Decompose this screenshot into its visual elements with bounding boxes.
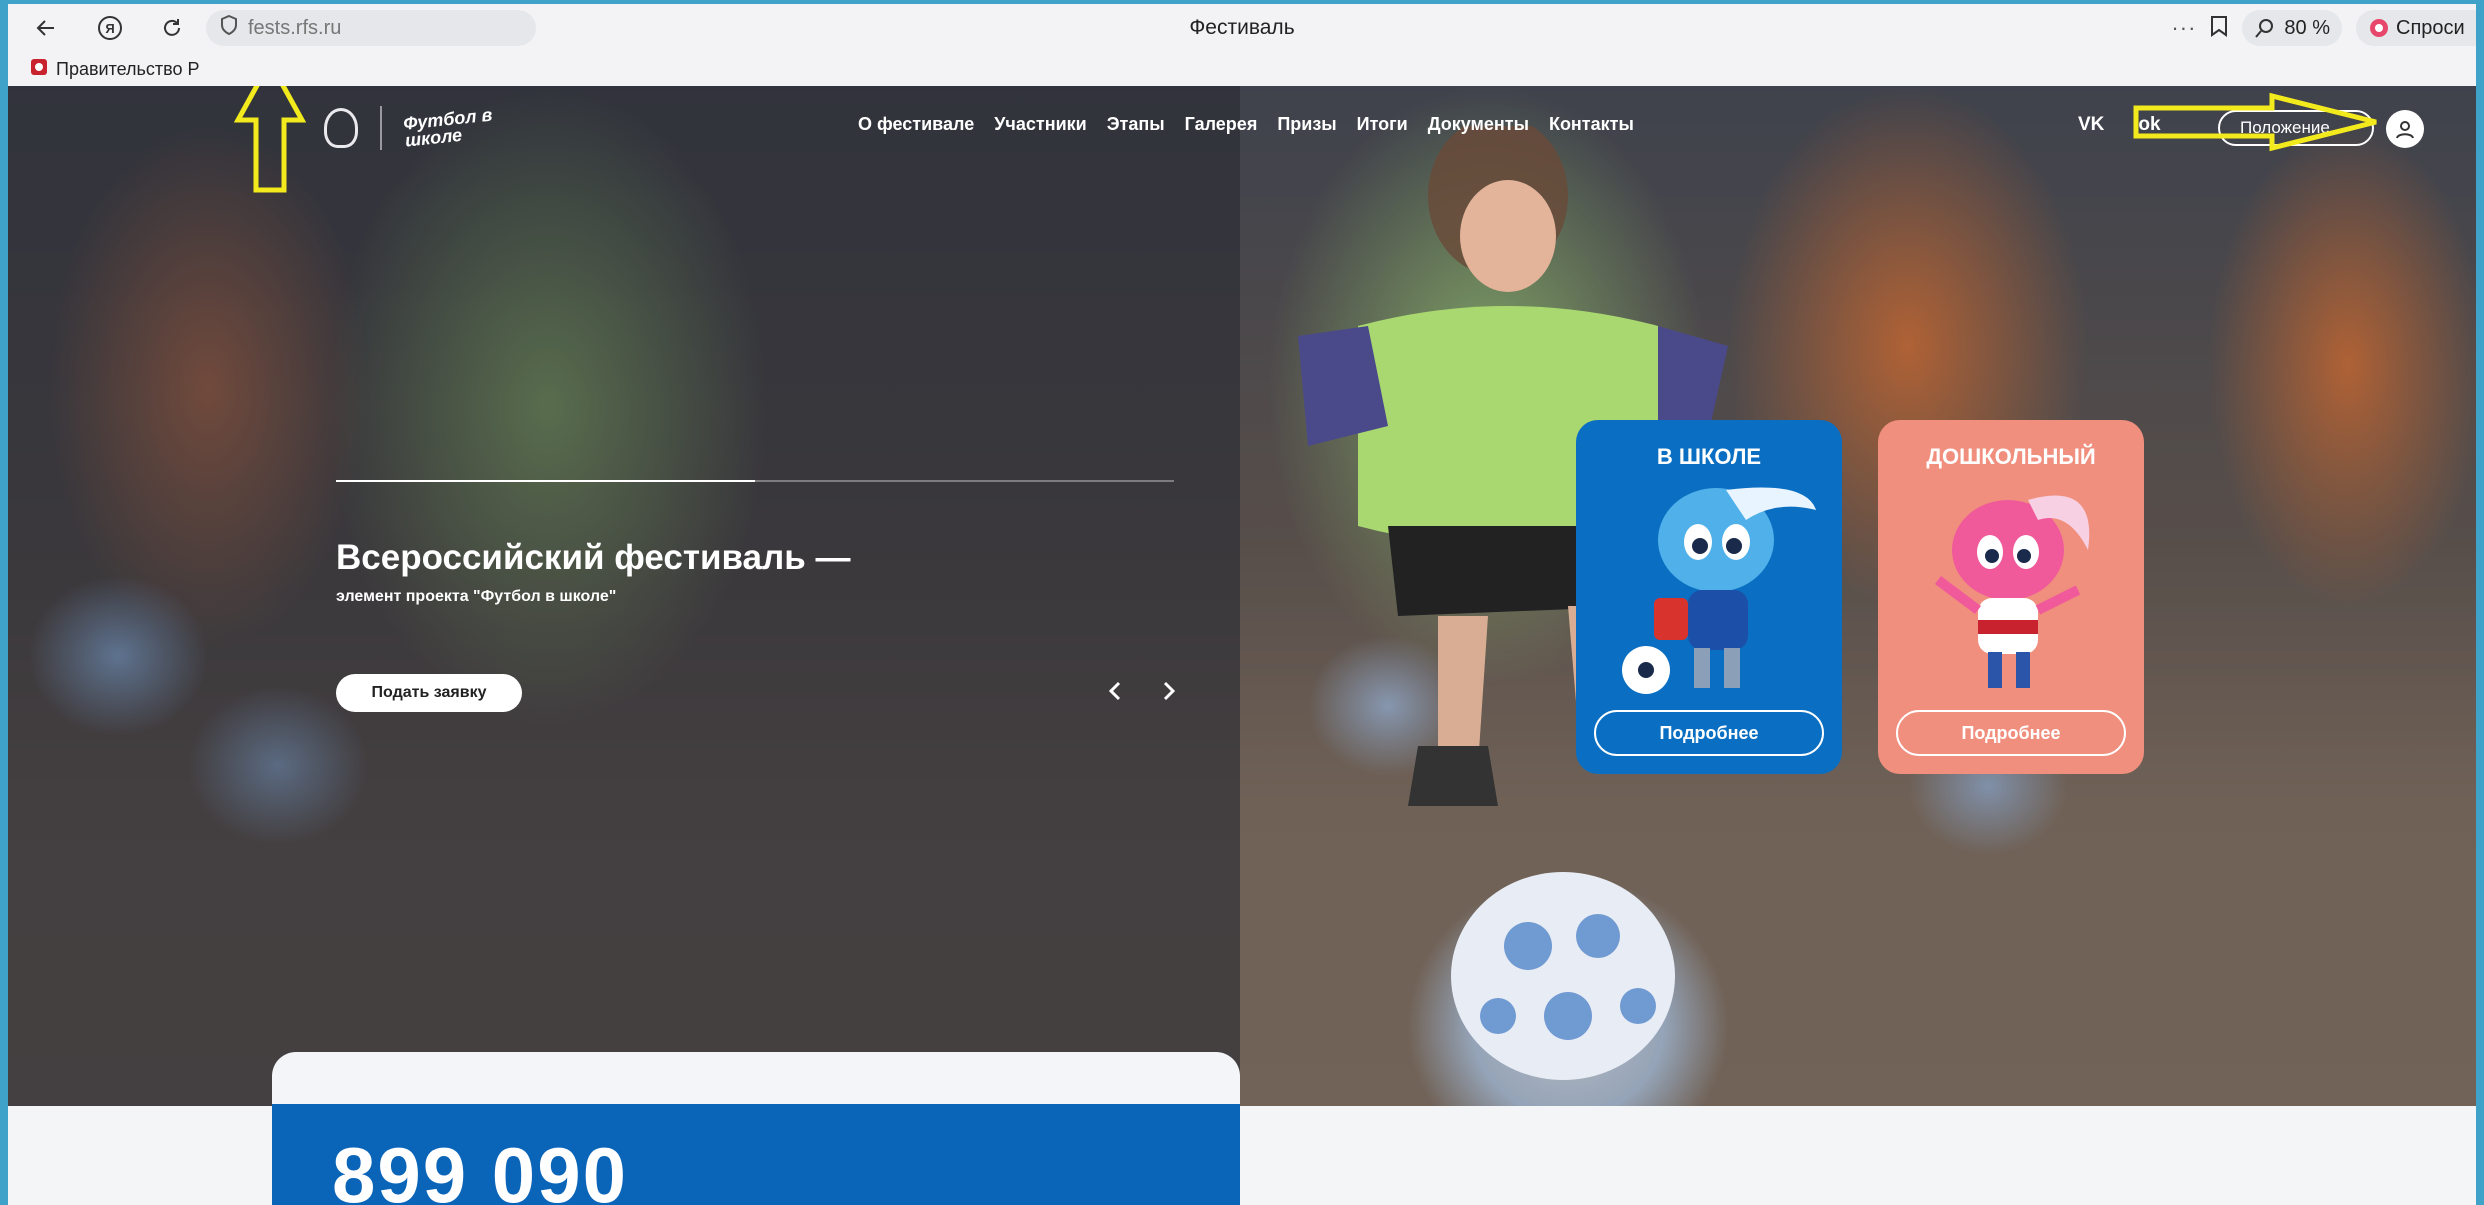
browser-toolbar: Я fests.rfs.ru Фестиваль ··· 80 % Спроси xyxy=(8,4,2476,52)
mascot-girl-icon xyxy=(1935,495,2090,688)
nav-item-documents[interactable]: Документы xyxy=(1428,114,1529,135)
reload-icon[interactable] xyxy=(156,12,188,44)
apply-button[interactable]: Подать заявку xyxy=(336,674,522,712)
alice-icon xyxy=(2370,19,2388,37)
card-preschool-more-button[interactable]: Подробнее xyxy=(1896,710,2126,756)
svg-text:Я: Я xyxy=(105,21,114,36)
ask-label: Спроси xyxy=(2396,16,2465,39)
rfs-emblem-icon[interactable] xyxy=(324,108,358,148)
annotation-arrow-right-icon xyxy=(2133,92,2377,152)
card-preschool-title: ДОШКОЛЬНЫЙ xyxy=(1926,444,2096,469)
logo-divider xyxy=(380,106,382,150)
address-bar[interactable]: fests.rfs.ru xyxy=(206,10,536,46)
zoom-icon xyxy=(2255,19,2274,38)
browser-window: Я fests.rfs.ru Фестиваль ··· 80 % Спроси xyxy=(8,4,2476,1205)
soccer-ball xyxy=(1451,872,1675,1080)
coat-of-arms-icon xyxy=(30,58,48,81)
nav-item-prizes[interactable]: Призы xyxy=(1277,114,1336,135)
bookmarks-bar: Правительство Р xyxy=(8,52,2476,86)
nav-item-contacts[interactable]: Контакты xyxy=(1549,114,1634,135)
slide-progress xyxy=(336,480,1174,482)
nav-item-results[interactable]: Итоги xyxy=(1357,114,1408,135)
url-text: fests.rfs.ru xyxy=(248,16,342,39)
hero-section: Футбол в школе О фестивале Участники Эта… xyxy=(8,86,2476,1106)
chevron-right-icon[interactable] xyxy=(1154,676,1184,706)
slide-progress-fill xyxy=(336,480,755,482)
nav-item-stages[interactable]: Этапы xyxy=(1107,114,1165,135)
chevron-left-icon[interactable] xyxy=(1100,676,1130,706)
nav-item-participants[interactable]: Участники xyxy=(994,114,1087,135)
bookmark-icon[interactable] xyxy=(2210,15,2228,42)
main-nav: О фестивале Участники Этапы Галерея Приз… xyxy=(858,114,1634,135)
participants-count: 899 090 xyxy=(272,1104,1240,1205)
ask-button[interactable]: Спроси xyxy=(2356,10,2476,46)
zoom-level: 80 % xyxy=(2284,16,2330,39)
card-school-more-button[interactable]: Подробнее xyxy=(1594,710,1824,756)
mascot-boy-icon xyxy=(1622,487,1816,694)
hero-overlay xyxy=(8,86,1240,1106)
site-header: Футбол в школе О фестивале Участники Эта… xyxy=(8,86,2476,166)
bookmark-item[interactable]: Правительство Р xyxy=(56,59,236,80)
shield-icon xyxy=(220,14,238,41)
card-preschool[interactable]: ДОШКОЛЬНЫЙ Подробнее xyxy=(1878,420,2144,774)
card-school[interactable]: В ШКОЛЕ Подробнее xyxy=(1576,420,1842,774)
annotation-arrow-up-icon xyxy=(234,86,306,193)
vk-icon[interactable]: VK xyxy=(2078,114,2104,136)
user-icon[interactable] xyxy=(2386,110,2424,148)
hero-title: Всероссийский фестиваль — xyxy=(336,538,851,577)
nav-item-about[interactable]: О фестивале xyxy=(858,114,974,135)
zoom-control[interactable]: 80 % xyxy=(2242,10,2342,46)
yandex-icon[interactable]: Я xyxy=(94,12,126,44)
card-school-title: В ШКОЛЕ xyxy=(1656,444,1762,469)
hero-subtitle: элемент проекта "Футбол в школе" xyxy=(336,588,617,605)
participants-heading: УЧАСТНИКИ ФЕСТИВАЛЯ xyxy=(272,1052,1240,1106)
project-logo[interactable]: Футбол в школе xyxy=(402,104,516,151)
nav-item-gallery[interactable]: Галерея xyxy=(1185,114,1258,135)
more-icon[interactable]: ··· xyxy=(2171,15,2196,41)
back-icon[interactable] xyxy=(30,12,62,44)
